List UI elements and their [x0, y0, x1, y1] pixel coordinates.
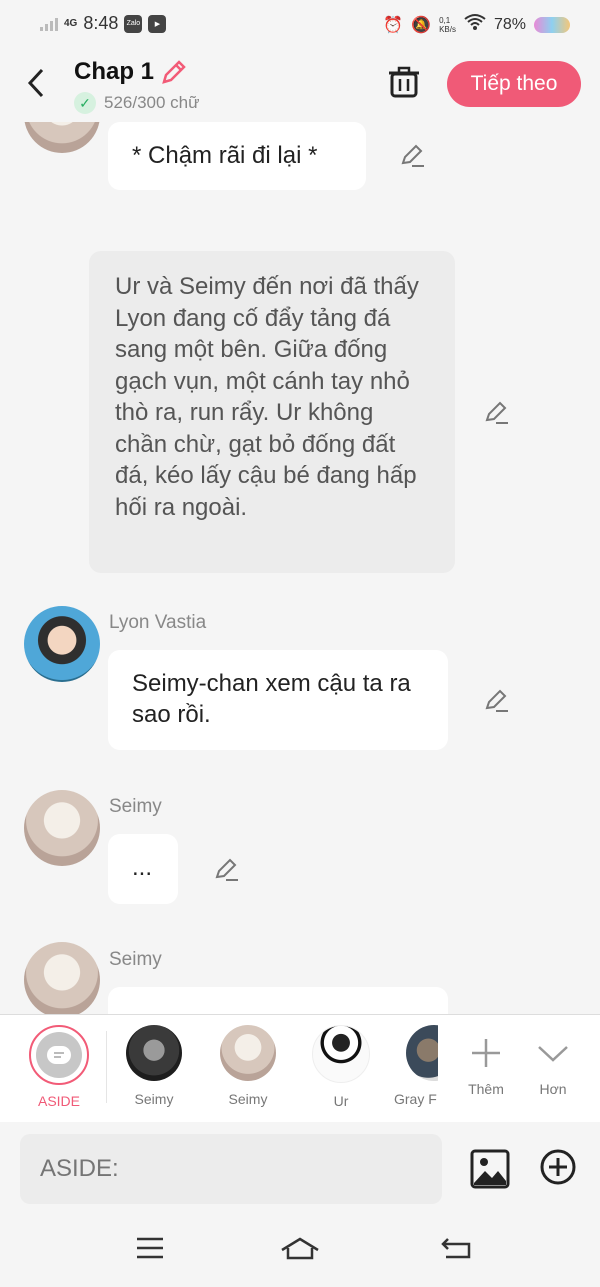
character-label: Ur	[333, 1093, 349, 1109]
mute-icon: 🔕	[411, 16, 432, 34]
character-label: Seimy	[134, 1091, 174, 1107]
edit-icon[interactable]	[400, 142, 426, 168]
edit-icon[interactable]	[484, 399, 510, 425]
alarm-icon: ⏰	[383, 16, 404, 34]
speed-unit: KB/s	[439, 24, 456, 34]
back-nav-icon[interactable]	[440, 1236, 480, 1270]
word-count: ✓ 526/300 chữ	[74, 92, 200, 114]
chat-area[interactable]: * Chậm rãi đi lại * Ur và Seimy đến nơi …	[0, 122, 600, 1014]
more-characters-button[interactable]: Hơn	[508, 1025, 598, 1097]
avatar[interactable]	[24, 790, 100, 866]
message-input[interactable]	[20, 1134, 442, 1204]
composer	[0, 1122, 600, 1220]
next-button[interactable]: Tiếp theo	[447, 61, 581, 107]
avatar[interactable]	[24, 942, 100, 1014]
signal-icon	[40, 17, 58, 31]
system-nav-bar	[0, 1220, 600, 1287]
avatar	[126, 1025, 182, 1081]
menu-icon[interactable]	[135, 1236, 175, 1270]
wifi-icon	[464, 13, 486, 36]
character-bar: ASIDE Seimy Seimy Ur Gray F Thêm Hơn	[0, 1014, 600, 1123]
page-title: Chap 1	[74, 58, 155, 85]
avatar[interactable]	[24, 122, 100, 153]
character-ur[interactable]: Ur	[296, 1025, 386, 1109]
zalo-icon: Zalo	[124, 14, 143, 33]
network-type: 4G	[64, 18, 78, 29]
character-seimy-2[interactable]: Seimy	[203, 1025, 293, 1107]
time: 8:48	[83, 13, 119, 33]
video-app-icon: ▶	[148, 14, 167, 33]
avatar	[406, 1025, 438, 1081]
avatar[interactable]	[24, 606, 100, 682]
edit-icon[interactable]	[214, 856, 240, 882]
speaker-name: Lyon Vastia	[109, 612, 207, 633]
trash-icon[interactable]	[386, 64, 422, 100]
speed-readout: 0,1 KB/s	[439, 16, 456, 34]
edit-icon[interactable]	[484, 687, 510, 713]
narration-block[interactable]: Ur và Seimy đến nơi đã thấy Lyon đang cố…	[89, 251, 455, 573]
character-label: Gray F	[394, 1091, 437, 1107]
character-seimy-1[interactable]: Seimy	[109, 1025, 199, 1107]
avatar	[312, 1025, 370, 1083]
speaker-name: Seimy	[109, 949, 162, 970]
speed-value: 0,1	[439, 15, 451, 25]
message-bubble[interactable]: ...	[108, 834, 178, 904]
header: Chap 1 ✓ 526/300 chữ Tiếp theo	[0, 46, 600, 122]
speaker-name: Seimy	[109, 796, 162, 817]
avatar	[220, 1025, 276, 1081]
pencil-icon[interactable]	[160, 58, 188, 93]
word-count-label: 526/300 chữ	[104, 93, 200, 112]
plus-circle-icon[interactable]	[540, 1149, 576, 1185]
character-label: Seimy	[228, 1091, 268, 1107]
divider	[106, 1031, 107, 1103]
message-bubble[interactable]: Seimy-chan xem cậu ta ra sao rồi.	[108, 650, 448, 750]
message-bubble[interactable]: * Chậm rãi đi lại *	[108, 122, 366, 190]
character-label: Hơn	[539, 1081, 567, 1097]
image-icon[interactable]	[470, 1149, 510, 1189]
chevron-down-icon	[508, 1025, 598, 1081]
home-icon[interactable]	[280, 1236, 320, 1270]
back-icon[interactable]	[24, 66, 48, 106]
character-aside[interactable]: ASIDE	[14, 1025, 104, 1109]
check-icon: ✓	[74, 92, 96, 114]
character-label: ASIDE	[37, 1093, 80, 1109]
battery-percent: 78%	[493, 15, 526, 33]
status-bar: 4G 8:48 Zalo ▶ ⏰ 🔕 0,1 KB/s 78%	[0, 0, 600, 46]
aside-icon	[29, 1025, 89, 1085]
character-gray[interactable]: Gray F	[382, 1025, 438, 1107]
battery-icon	[534, 16, 570, 33]
message-bubble[interactable]	[108, 987, 448, 1014]
